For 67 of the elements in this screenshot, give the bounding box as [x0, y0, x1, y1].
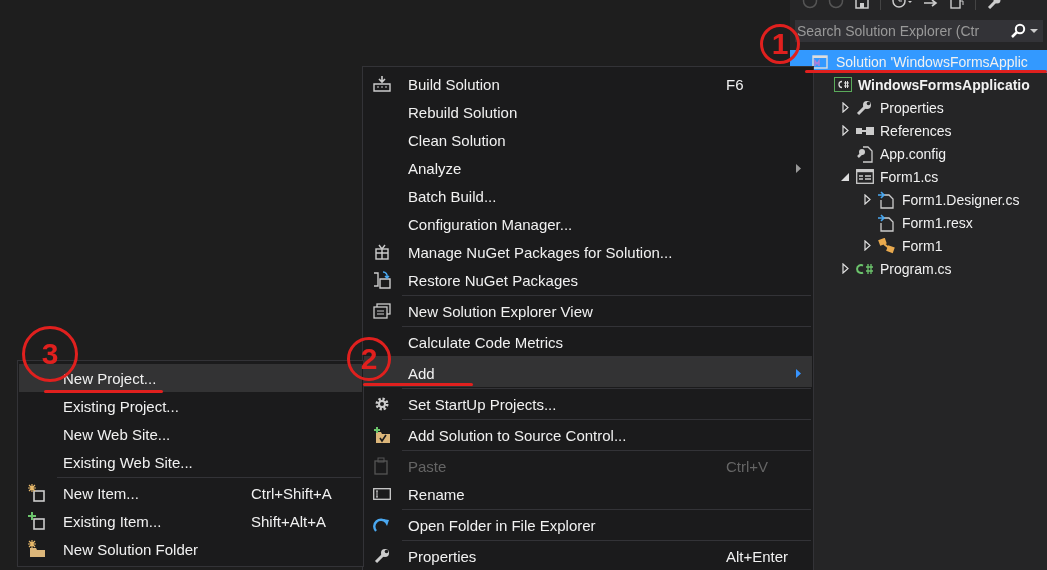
menu-item[interactable]: New Item... Ctrl+Shift+A [19, 476, 362, 507]
wrench-icon [856, 99, 872, 116]
component-icon [878, 237, 896, 254]
history-icon[interactable] [891, 0, 913, 9]
solution-icon [812, 53, 828, 70]
collapsed-arrow-icon[interactable] [841, 102, 849, 113]
tree-item[interactable]: Form1.resx [902, 214, 973, 231]
collapsed-arrow-icon[interactable] [863, 194, 871, 205]
tree-item[interactable]: Form1.Designer.cs [902, 191, 1020, 208]
redo-arrow-icon [373, 517, 391, 533]
settings-icon [374, 396, 390, 412]
gift-icon [375, 244, 389, 260]
collapsed-arrow-icon[interactable] [841, 125, 849, 136]
menu-item[interactable]: Existing Item... Shift+Alt+A [19, 507, 362, 535]
tree-item[interactable]: Properties [880, 99, 944, 116]
csharp-project-icon [834, 77, 852, 92]
tray-arrow-icon [373, 76, 391, 92]
add-file-icon [28, 512, 46, 530]
package-arrow-icon [373, 271, 391, 289]
menu-item[interactable]: Existing Project... [19, 392, 362, 420]
menu-item[interactable]: Restore NuGet Packages [364, 266, 812, 294]
menu-item[interactable]: Configuration Manager... [364, 210, 812, 238]
text-box-icon [373, 488, 391, 500]
tree-item[interactable]: Form1.cs [880, 168, 939, 185]
collapsed-arrow-icon[interactable] [863, 240, 871, 251]
sync-arrow-icon[interactable] [923, 0, 939, 9]
linked-file-icon [878, 213, 894, 232]
home-icon[interactable] [854, 0, 870, 9]
tree-item[interactable]: Form1 [902, 237, 943, 254]
menu-item[interactable]: Analyze [364, 154, 812, 182]
tree-item[interactable]: WindowsFormsApplicatio [858, 76, 1030, 93]
windows-icon [373, 303, 391, 319]
menu-item[interactable]: Open Folder in File Explorer [364, 508, 812, 539]
menu-item[interactable]: Rebuild Solution [364, 98, 812, 126]
menu-item[interactable]: New Web Site... [19, 420, 362, 448]
tree-item[interactable]: App.config [880, 145, 947, 162]
menu-item[interactable]: Add Solution to Source Control... [364, 418, 812, 449]
config-file-icon [856, 144, 874, 163]
menu-item[interactable]: Manage NuGet Packages for Solution... [364, 238, 812, 266]
menu-item[interactable]: Rename [364, 480, 812, 508]
expanded-arrow-icon[interactable] [841, 172, 849, 181]
menu-item[interactable]: Existing Web Site... [19, 448, 362, 476]
tree-item[interactable]: Program.cs [880, 260, 952, 277]
tree-item[interactable]: References [880, 122, 952, 139]
search-field[interactable]: Search Solution Explorer (Ctr [795, 20, 1043, 42]
menu-item[interactable]: New Project... [19, 364, 362, 392]
new-file-icon [28, 484, 46, 502]
menu-item[interactable]: Properties Alt+Enter [364, 539, 812, 570]
menu-item[interactable]: Build Solution F6 [364, 70, 812, 98]
references-icon [856, 126, 874, 135]
new-folder-icon [28, 540, 46, 558]
collapsed-arrow-icon[interactable] [841, 263, 849, 274]
dropdown-arrow-icon[interactable] [1030, 28, 1038, 34]
search-icon[interactable] [1010, 23, 1026, 39]
menu-item[interactable]: Batch Build... [364, 182, 812, 210]
menu-item[interactable]: Set StartUp Projects... [364, 387, 812, 418]
csharp-icon [856, 262, 874, 275]
pages-icon[interactable] [949, 0, 965, 9]
form-icon [856, 169, 874, 184]
clipboard-icon [374, 457, 390, 475]
wrench-icon[interactable] [986, 0, 1002, 9]
linked-file-icon [878, 190, 894, 209]
menu-item[interactable]: New Solution Folder [19, 535, 362, 563]
folder-check-icon [373, 426, 391, 444]
menu-item[interactable]: New Solution Explorer View [364, 294, 812, 325]
menu-item[interactable]: Clean Solution [364, 126, 812, 154]
wrench-icon [374, 548, 390, 564]
